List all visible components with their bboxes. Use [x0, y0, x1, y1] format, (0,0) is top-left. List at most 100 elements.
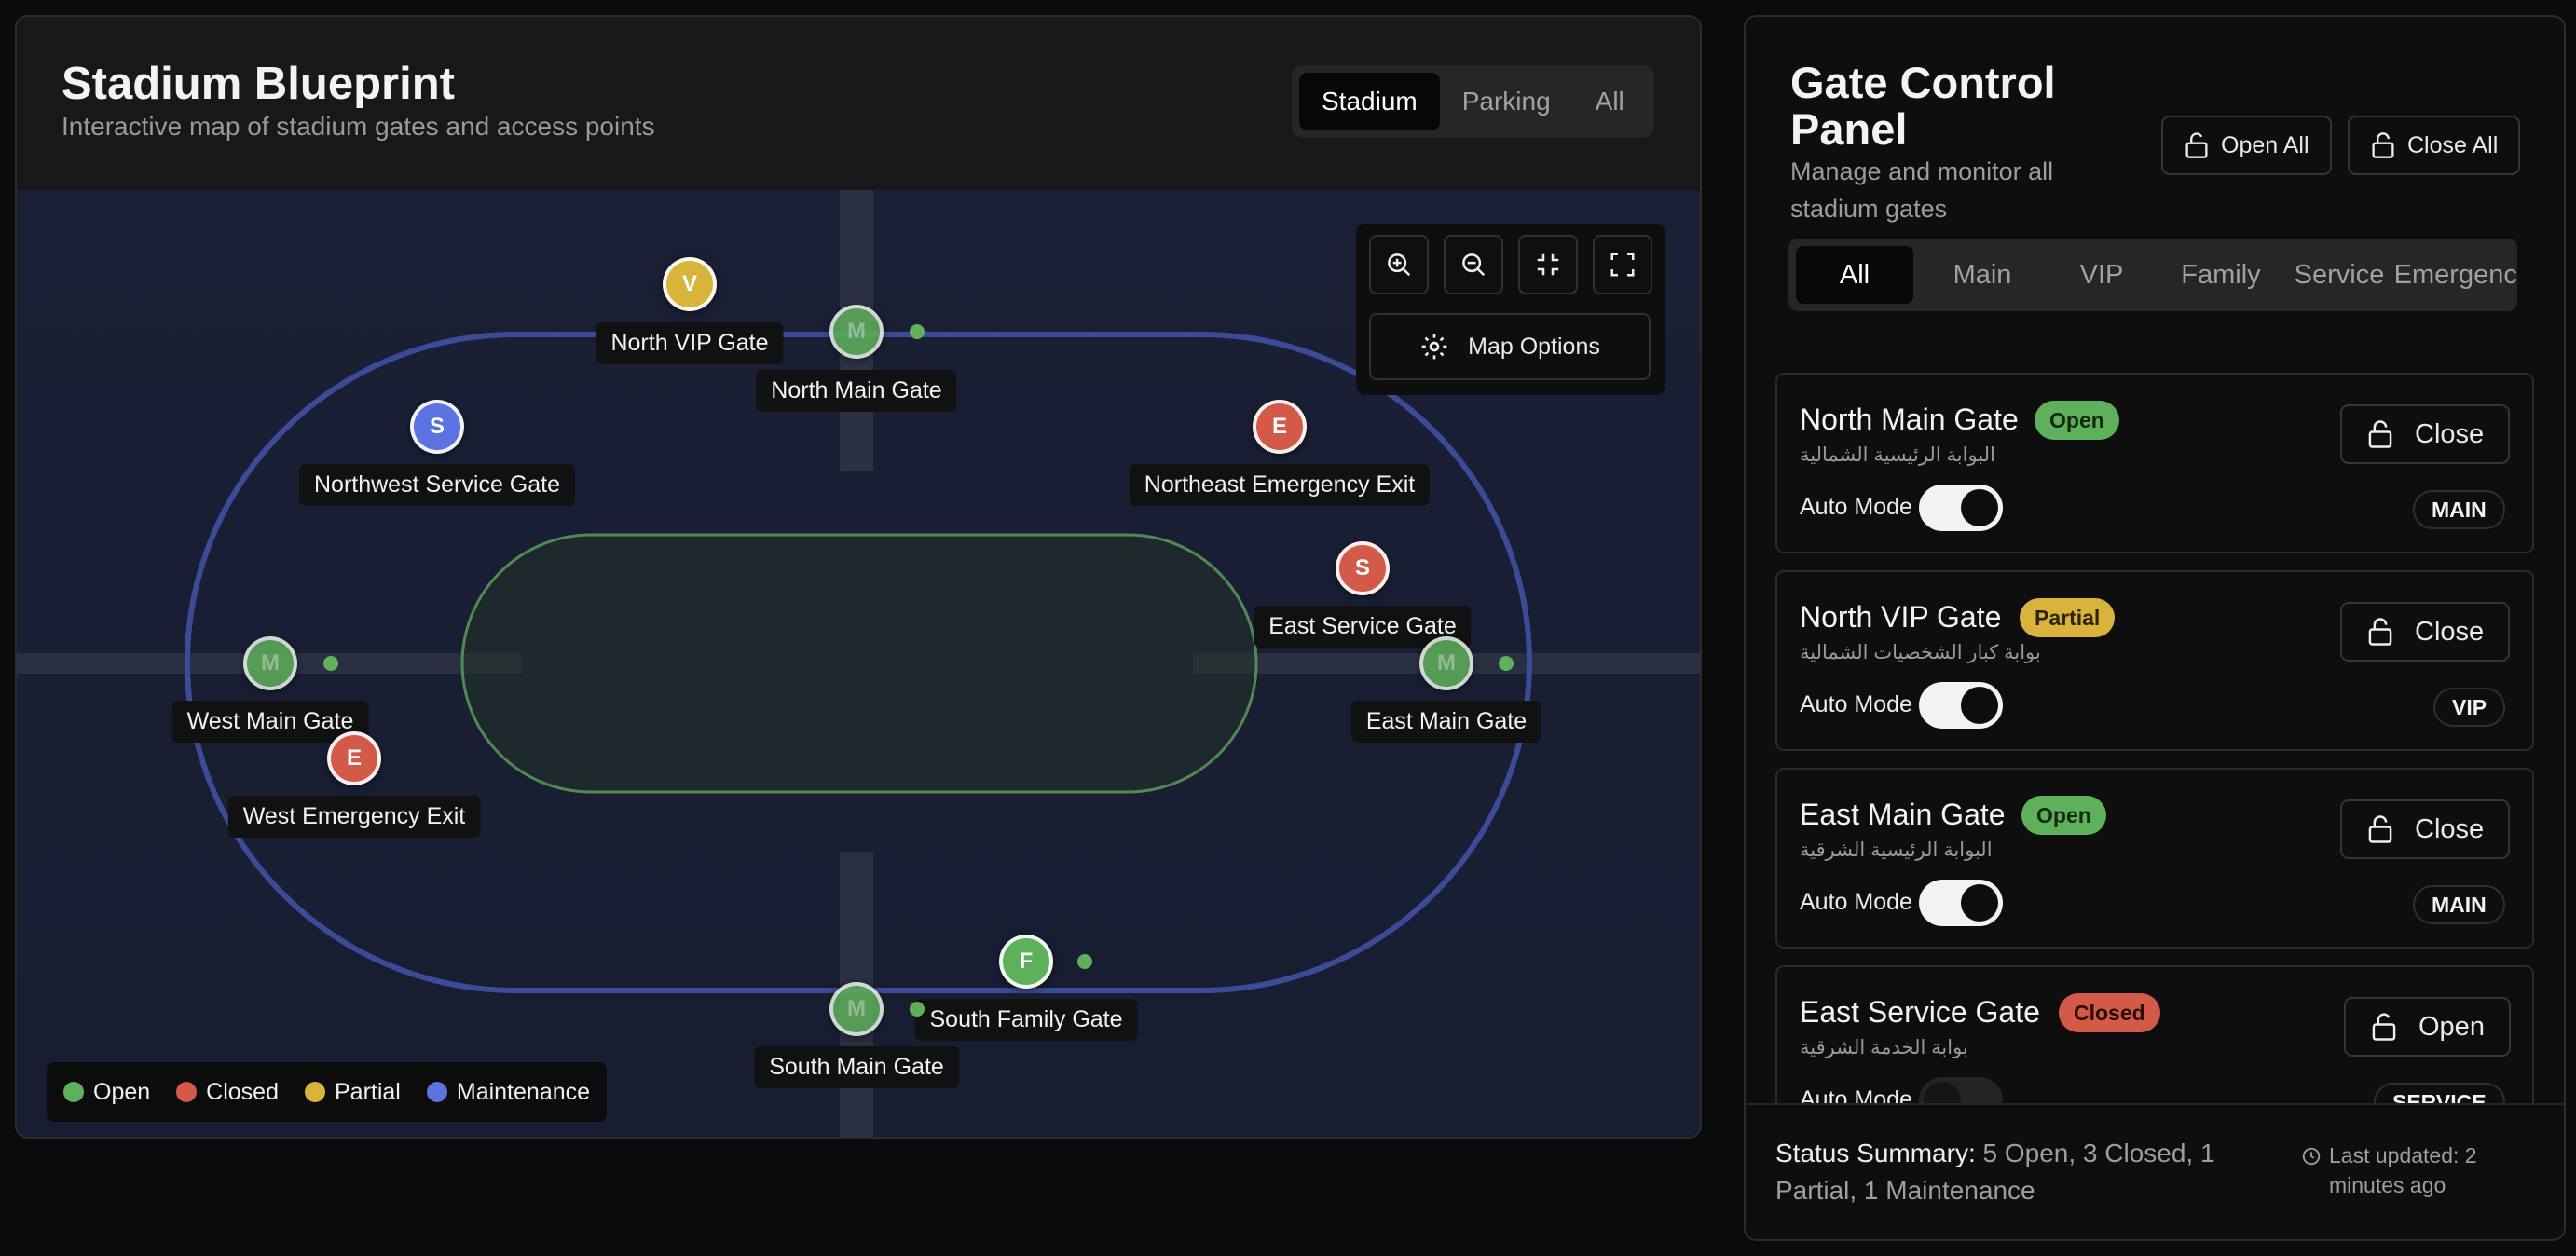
legend-label: Maintenance [456, 1078, 591, 1105]
open-all-button[interactable]: Open All [2161, 116, 2332, 175]
gate-status-dot [1499, 656, 1514, 671]
gate-label-west-emergency[interactable]: West Emergency Exit [227, 796, 481, 838]
stadium-map[interactable]: V North VIP Gate M North Main Gate S Nor… [17, 190, 1700, 1137]
gate-label-north-main[interactable]: North Main Gate [756, 370, 957, 412]
gate-status-dot [910, 1002, 925, 1017]
auto-mode-label: Auto Mode [1800, 494, 1912, 520]
map-legend: Open Closed Partial Maintenance [47, 1062, 608, 1122]
gate-label-south-main[interactable]: South Main Gate [754, 1046, 959, 1088]
auto-mode-label: Auto Mode [1800, 1086, 1912, 1103]
gate-type-filter: All Main VIP Family Service Emergency [1788, 239, 2517, 311]
tab-stadium[interactable]: Stadium [1299, 73, 1440, 130]
clock-icon [2302, 1147, 2321, 1166]
gate-control-panel: Gate Control Panel Manage and monitor al… [1744, 15, 2566, 1241]
filter-main[interactable]: Main [1926, 246, 2038, 304]
gate-card-arabic-name: البوابة الرئيسية الشمالية [1800, 444, 1995, 466]
status-summary: Status Summary: 5 Open, 3 Closed, 1 Part… [1746, 1103, 2564, 1239]
gate-card-arabic-name: بوابة الخدمة الشرقية [1800, 1037, 1968, 1058]
gate-card-name: East Main Gate [1800, 798, 2006, 831]
tab-all[interactable]: All [1573, 73, 1647, 130]
filter-vip[interactable]: VIP [2046, 246, 2158, 304]
map-subtitle: Interactive map of stadium gates and acc… [62, 112, 655, 141]
gate-card-arabic-name: البوابة الرئيسية الشرقية [1800, 840, 1993, 861]
legend-item-maintenance: Maintenance [426, 1078, 591, 1106]
gate-type-tag: VIP [2433, 688, 2506, 727]
gate-card-name: East Service Gate [1800, 995, 2040, 1029]
close-gate-button[interactable]: Close [2340, 404, 2511, 464]
lock-icon [2368, 420, 2392, 448]
unlock-icon [2185, 132, 2208, 158]
map-header: Stadium Blueprint Interactive map of sta… [17, 17, 1700, 190]
gate-card: East Main Gate Open البوابة الرئيسية الش… [1775, 768, 2534, 949]
map-options-button[interactable]: Map Options [1369, 313, 1651, 380]
gate-marker-west-main[interactable]: M [243, 636, 297, 690]
gate-label-north-vip[interactable]: North VIP Gate [596, 322, 784, 364]
gate-marker-east-main[interactable]: M [1419, 636, 1473, 690]
close-gate-button[interactable]: Close [2340, 799, 2511, 859]
auto-mode-toggle[interactable] [1919, 682, 2003, 729]
legend-swatch [176, 1082, 198, 1102]
auto-mode-label: Auto Mode [1800, 889, 1912, 915]
auto-mode-label: Auto Mode [1800, 691, 1912, 717]
legend-label: Open [93, 1078, 151, 1105]
gate-label-northwest-service[interactable]: Northwest Service Gate [299, 464, 575, 506]
filter-service[interactable]: Service [2288, 246, 2391, 304]
open-all-label: Open All [2221, 131, 2309, 158]
gate-card-name: North Main Gate [1800, 403, 2019, 436]
gate-card: North VIP Gate Partial بوابة كبار الشخصي… [1775, 570, 2534, 751]
gate-card-arabic-name: بوابة كبار الشخصيات الشمالية [1800, 642, 2041, 663]
gate-type-tag: MAIN [2413, 885, 2505, 924]
gate-marker-northeast-emergency[interactable]: E [1253, 400, 1307, 454]
status-badge: Open [2021, 796, 2106, 835]
gate-type-tag: SERVICE [2374, 1083, 2505, 1103]
gate-type-tag: MAIN [2413, 490, 2505, 529]
gate-label-northeast-emergency[interactable]: Northeast Emergency Exit [1129, 464, 1431, 506]
filter-emergency[interactable]: Emergency [2392, 246, 2517, 304]
auto-mode-toggle[interactable] [1919, 1077, 2003, 1103]
close-all-button[interactable]: Close All [2348, 116, 2521, 175]
reset-view-button[interactable] [1518, 235, 1578, 294]
toggle-knob [1961, 687, 1998, 724]
gate-marker-northwest-service[interactable]: S [410, 400, 464, 454]
zoom-out-icon [1462, 253, 1486, 277]
gate-label-south-family[interactable]: South Family Gate [914, 999, 1138, 1041]
gate-card-name: North VIP Gate [1800, 600, 2002, 634]
gate-marker-east-service[interactable]: S [1336, 541, 1390, 595]
lock-icon [2368, 618, 2392, 646]
status-summary-lead: Status Summary: [1775, 1139, 1976, 1167]
close-gate-button[interactable]: Close [2340, 602, 2511, 662]
toggle-knob [1961, 489, 1998, 526]
legend-item-partial: Partial [305, 1079, 401, 1106]
auto-mode-toggle[interactable] [1919, 880, 2003, 926]
legend-swatch [305, 1082, 325, 1102]
gate-marker-south-family[interactable]: F [999, 935, 1053, 989]
fullscreen-button[interactable] [1593, 235, 1652, 294]
gate-action-label: Close [2415, 616, 2485, 647]
open-gate-button[interactable]: Open [2344, 997, 2511, 1057]
map-options-label: Map Options [1468, 333, 1600, 360]
legend-label: Closed [206, 1078, 279, 1105]
lock-icon [2372, 132, 2394, 158]
last-updated: Last updated: 2 minutes ago [2301, 1140, 2506, 1200]
gate-marker-west-emergency[interactable]: E [327, 731, 381, 785]
filter-family[interactable]: Family [2165, 246, 2277, 304]
fullscreen-icon [1610, 253, 1635, 277]
last-updated-text: Last updated: 2 minutes ago [2329, 1143, 2477, 1197]
zoom-in-button[interactable] [1369, 235, 1429, 294]
tab-parking[interactable]: Parking [1440, 73, 1573, 130]
gate-card: North Main Gate Open البوابة الرئيسية ال… [1775, 373, 2534, 553]
gate-marker-north-main[interactable]: M [829, 305, 884, 359]
gate-status-dot [1077, 954, 1092, 969]
filter-all[interactable]: All [1796, 246, 1913, 304]
map-controls: Map Options [1356, 224, 1665, 395]
minimize-icon [1537, 253, 1559, 276]
close-all-label: Close All [2407, 131, 2499, 158]
gate-status-dot [910, 324, 925, 339]
auto-mode-toggle[interactable] [1919, 485, 2003, 531]
gate-label-east-main[interactable]: East Main Gate [1350, 701, 1542, 743]
zoom-out-button[interactable] [1444, 235, 1503, 294]
status-badge: Closed [2059, 993, 2160, 1032]
gate-marker-south-main[interactable]: M [829, 982, 884, 1036]
stadium-map-panel: Stadium Blueprint Interactive map of sta… [15, 15, 1702, 1139]
gate-marker-north-vip[interactable]: V [663, 257, 717, 311]
